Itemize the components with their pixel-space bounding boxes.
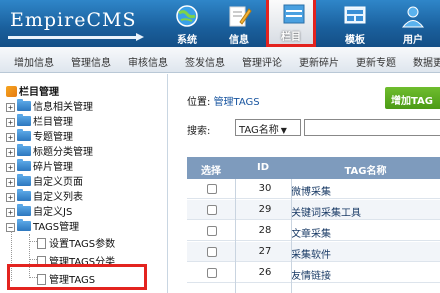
breadcrumb: 位置: 管理TAGS — [187, 97, 260, 108]
expand-icon[interactable]: + — [6, 148, 15, 157]
row-checkbox[interactable] — [207, 184, 217, 194]
row-tag-name[interactable]: 文章采集 — [291, 225, 331, 240]
col-id: ID — [256, 162, 270, 173]
tree-item-custom-js[interactable]: + 自定义JS — [6, 203, 72, 218]
highlight-manage-tags — [7, 264, 147, 290]
menu-item-update-fragments[interactable]: 更新碎片 — [299, 54, 339, 69]
table-header: 选择 ID TAG名称 — [187, 157, 440, 179]
folder-icon — [17, 204, 31, 216]
tree-item-custom-page[interactable]: + 自定义页面 — [6, 173, 83, 188]
globe-icon — [176, 5, 198, 27]
expand-icon[interactable]: + — [6, 163, 15, 172]
nav-label: 模板 — [345, 35, 365, 46]
tree-item-tags[interactable]: − TAGS管理 — [6, 218, 79, 233]
sidebar: 栏目管理 + 信息相关管理 + 栏目管理 + 专题管理 + 标题分类管理 + 碎片管理 +… — [0, 74, 168, 293]
folder-icon — [17, 219, 31, 231]
row-id: 30 — [258, 183, 272, 194]
nav-column[interactable]: 栏目 — [266, 0, 316, 47]
row-id: 28 — [258, 225, 272, 236]
logo: EmpireCMS — [10, 9, 137, 31]
nav-info[interactable]: 信息 — [214, 0, 264, 47]
search-input[interactable] — [304, 119, 440, 136]
search-field-select[interactable]: TAG名称 ▼ — [235, 119, 301, 136]
nav-label: 用户 — [403, 35, 423, 46]
user-icon — [401, 6, 425, 28]
table-row[interactable]: 27 采集软件 — [187, 242, 440, 262]
table-row[interactable]: 28 文章采集 — [187, 221, 440, 241]
page-icon — [37, 238, 46, 249]
tree-item-info-related[interactable]: + 信息相关管理 — [6, 98, 93, 113]
menu-item-manage-info[interactable]: 管理信息 — [71, 54, 111, 69]
expand-icon[interactable]: + — [6, 193, 15, 202]
folder-icon — [17, 99, 31, 111]
menu-item-add-info[interactable]: 增加信息 — [14, 54, 54, 69]
folder-icon — [17, 144, 31, 156]
expand-icon[interactable]: + — [6, 103, 15, 112]
table-row[interactable]: 26 友情链接 — [187, 263, 440, 283]
tree-item-custom-list[interactable]: + 自定义列表 — [6, 188, 83, 203]
column-divider — [291, 179, 292, 293]
menu-item-update-topics[interactable]: 更新专题 — [356, 54, 396, 69]
column-manage-icon — [6, 86, 17, 97]
col-tag-name: TAG名称 — [344, 166, 387, 177]
menu-item-update-data[interactable]: 数据更新 — [413, 54, 440, 69]
expand-icon[interactable]: + — [6, 118, 15, 127]
menu-item-manage-comments[interactable]: 管理评论 — [242, 54, 282, 69]
breadcrumb-link[interactable]: 管理TAGS — [214, 97, 260, 108]
menu-item-sign-info[interactable]: 签发信息 — [185, 54, 225, 69]
tree-item-title-category[interactable]: + 标题分类管理 — [6, 143, 93, 158]
nav-label: 系统 — [177, 35, 197, 46]
column-divider — [235, 179, 236, 293]
main-content: 位置: 管理TAGS 增加TAG 搜索: TAG名称 ▼ 选择 ID TAG名称 … — [169, 74, 440, 293]
row-checkbox[interactable] — [207, 205, 217, 215]
row-id: 29 — [258, 204, 272, 215]
nav-system[interactable]: 系统 — [162, 0, 212, 47]
template-icon — [344, 6, 366, 24]
row-checkbox[interactable] — [207, 247, 217, 257]
table-row[interactable]: 30 微博采集 — [187, 179, 440, 199]
tree-item-fragment[interactable]: + 碎片管理 — [6, 158, 73, 173]
menu-bar: 增加信息 管理信息 审核信息 签发信息 管理评论 更新碎片 更新专题 数据更新 — [0, 47, 440, 73]
row-tag-name[interactable]: 微博采集 — [291, 183, 331, 198]
row-tag-name[interactable]: 友情链接 — [291, 267, 331, 282]
nav-user[interactable]: 用户 — [388, 0, 438, 47]
folder-icon — [17, 174, 31, 186]
top-header: EmpireCMS 系统 信息 栏目 模板 用户 — [0, 0, 440, 47]
nav-label: 信息 — [229, 35, 249, 46]
tree-item-set-tags-params[interactable]: 设置TAGS参数 — [37, 235, 115, 250]
nav-label: 栏目 — [281, 32, 301, 43]
nav-template[interactable]: 模板 — [330, 0, 380, 47]
row-checkbox[interactable] — [207, 226, 217, 236]
add-tag-button[interactable]: 增加TAG — [385, 87, 440, 109]
tree-guide — [29, 241, 37, 242]
folder-icon — [17, 129, 31, 141]
row-tag-name[interactable]: 关键词采集工具 — [291, 204, 361, 219]
row-id: 26 — [258, 267, 272, 278]
table-row[interactable]: 29 关键词采集工具 — [187, 200, 440, 220]
menu-item-review-info[interactable]: 审核信息 — [128, 54, 168, 69]
folder-icon — [17, 189, 31, 201]
expand-icon[interactable]: + — [6, 208, 15, 217]
row-tag-name[interactable]: 采集软件 — [291, 246, 331, 261]
expand-icon[interactable]: + — [6, 133, 15, 142]
column-icon — [283, 4, 305, 24]
expand-icon[interactable]: + — [6, 178, 15, 187]
sidebar-title: 栏目管理 — [6, 83, 59, 98]
row-checkbox[interactable] — [207, 268, 217, 278]
tree-item-topic[interactable]: + 专题管理 — [6, 128, 73, 143]
row-id: 27 — [258, 246, 272, 257]
logo-underline — [8, 33, 144, 41]
tree-item-column[interactable]: + 栏目管理 — [6, 113, 73, 128]
dropdown-arrow-icon: ▼ — [280, 126, 287, 135]
tree-guide — [29, 259, 37, 260]
search-label: 搜索: — [187, 126, 211, 137]
edit-icon — [229, 6, 252, 27]
tags-table: 选择 ID TAG名称 30 微博采集 29 关键词采集工具 28 文章采集 2… — [187, 157, 440, 293]
folder-icon — [17, 159, 31, 171]
folder-icon — [17, 114, 31, 126]
col-select: 选择 — [201, 166, 221, 177]
